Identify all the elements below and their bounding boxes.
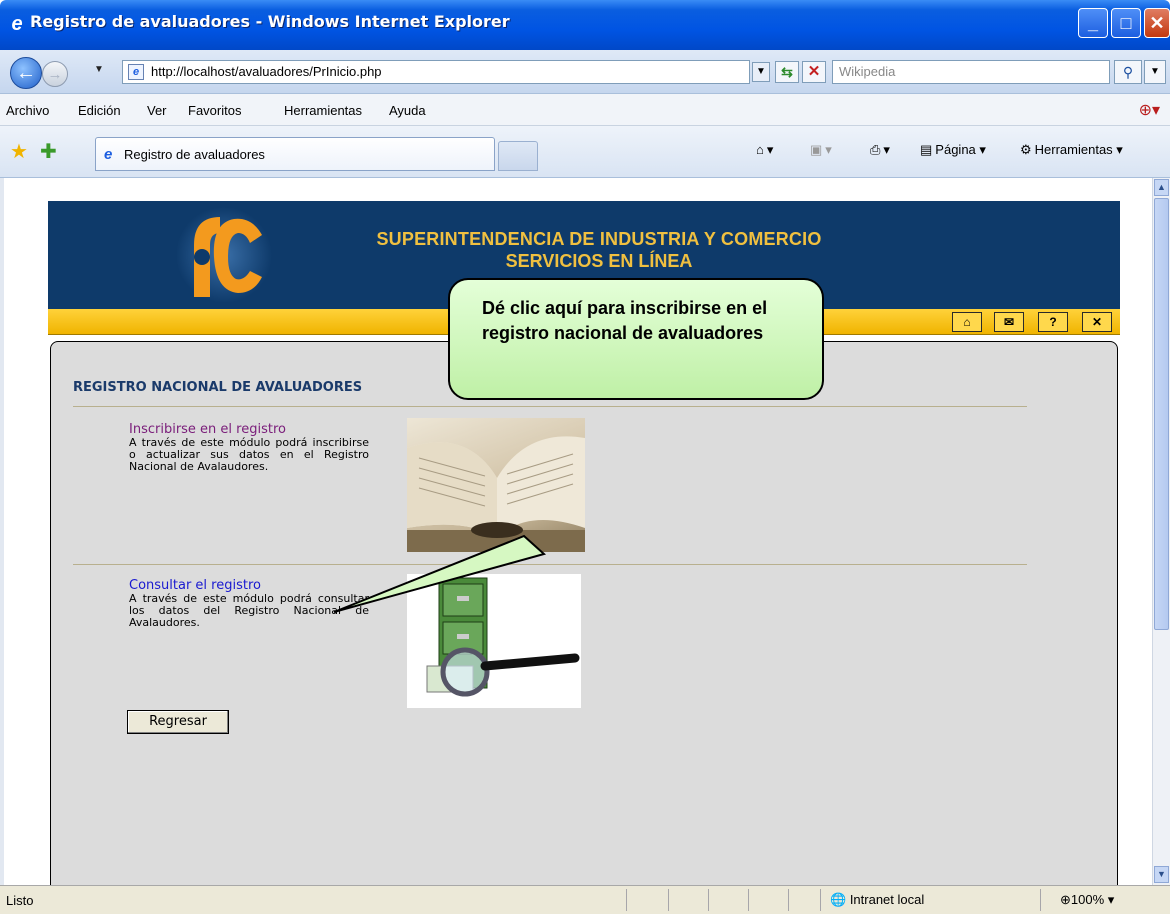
page-menu-button[interactable]: ▤ Página ▾ bbox=[920, 142, 986, 158]
security-zone[interactable]: 🌐 Intranet local bbox=[830, 892, 924, 908]
scroll-down-icon[interactable]: ▼ bbox=[1154, 866, 1169, 883]
divider bbox=[748, 889, 749, 911]
add-favorites-icon[interactable]: ✚ bbox=[40, 139, 57, 164]
consultar-link[interactable]: Consultar el registro bbox=[129, 578, 261, 593]
close-icon[interactable]: ✕ bbox=[1082, 312, 1112, 332]
divider bbox=[820, 889, 821, 911]
divider bbox=[73, 406, 1027, 407]
address-url: http://localhost/avaluadores/PrInicio.ph… bbox=[151, 64, 382, 79]
menu-favoritos[interactable]: Favoritos bbox=[188, 103, 241, 118]
callout-tooltip: Dé clic aquí para inscribirse en el regi… bbox=[448, 278, 824, 400]
divider bbox=[668, 889, 669, 911]
inscribirse-link[interactable]: Inscribirse en el registro bbox=[129, 422, 286, 437]
menu-archivo[interactable]: Archivo bbox=[6, 103, 49, 118]
zoom-icon: ⊕ bbox=[1060, 892, 1071, 907]
print-button[interactable]: ⎙ ▾ bbox=[870, 142, 890, 158]
menu-ver[interactable]: Ver bbox=[147, 103, 167, 118]
page-icon: e bbox=[128, 64, 144, 80]
home-icon[interactable]: ⌂ bbox=[952, 312, 982, 332]
scroll-thumb[interactable] bbox=[1154, 198, 1169, 630]
callout-text: Dé clic aquí para inscribirse en el regi… bbox=[482, 298, 768, 343]
ie-tab-icon: e bbox=[104, 146, 113, 163]
callout-pointer bbox=[333, 534, 547, 613]
search-icon[interactable]: ⚲ bbox=[1114, 60, 1142, 84]
tools-menu-label: Herramientas bbox=[1034, 142, 1113, 157]
feeds-icon: ▣ bbox=[810, 142, 823, 157]
forward-button[interactable]: → bbox=[42, 61, 68, 87]
window-title: Registro de avaluadores - Windows Intern… bbox=[30, 12, 510, 31]
divider bbox=[626, 889, 627, 911]
maximize-button[interactable]: □ bbox=[1111, 8, 1141, 38]
mail-icon[interactable]: ✉ bbox=[994, 312, 1024, 332]
back-button[interactable]: ← bbox=[10, 57, 42, 89]
vertical-scrollbar[interactable]: ▲ ▼ bbox=[1152, 178, 1170, 885]
banner-title: SUPERINTENDENCIA DE INDUSTRIA Y COMERCIO bbox=[376, 229, 822, 249]
ie-logo-icon: e bbox=[11, 13, 23, 35]
menu-herramientas[interactable]: Herramientas bbox=[284, 103, 362, 118]
status-bar: Listo 🌐 Intranet local ⊕100% ▾ bbox=[0, 885, 1170, 914]
address-input[interactable]: e http://localhost/avaluadores/PrInicio.… bbox=[122, 60, 750, 84]
feeds-button[interactable]: ▣ ▾ bbox=[810, 142, 832, 158]
favorites-star-icon[interactable]: ★ bbox=[10, 139, 28, 164]
search-dropdown-icon[interactable]: ▼ bbox=[1144, 60, 1166, 84]
tools-menu-button[interactable]: ⚙ Herramientas ▾ bbox=[1020, 142, 1123, 158]
scroll-up-icon[interactable]: ▲ bbox=[1154, 179, 1169, 196]
tab-label: Registro de avaluadores bbox=[124, 147, 265, 162]
pdf-icon[interactable]: ⊕▾ bbox=[1139, 100, 1160, 120]
globe-icon: 🌐 bbox=[830, 892, 847, 907]
zone-label: Intranet local bbox=[849, 892, 925, 907]
refresh-button[interactable]: ⇆ bbox=[775, 61, 799, 83]
divider bbox=[788, 889, 789, 911]
history-dropdown-icon[interactable]: ▼ bbox=[94, 64, 104, 75]
address-dropdown-icon[interactable]: ▼ bbox=[752, 62, 770, 82]
print-icon: ⎙ bbox=[870, 142, 881, 157]
gear-icon: ⚙ bbox=[1020, 142, 1032, 157]
address-toolbar: ← → ▼ e http://localhost/avaluadores/PrI… bbox=[0, 50, 1170, 94]
close-window-button[interactable]: ✕ bbox=[1144, 8, 1170, 38]
help-icon[interactable]: ? bbox=[1038, 312, 1068, 332]
regresar-button[interactable]: Regresar bbox=[127, 710, 229, 734]
zoom-control[interactable]: ⊕100% ▾ bbox=[1060, 892, 1114, 908]
tab-bar: ★ ✚ e Registro de avaluadores ⌂ ▾ ▣ ▾ ⎙ ▾ ▤… bbox=[0, 126, 1170, 178]
new-tab-button[interactable] bbox=[498, 141, 538, 171]
menu-edicion[interactable]: Edición bbox=[78, 103, 121, 118]
menu-ayuda[interactable]: Ayuda bbox=[389, 103, 426, 118]
search-input[interactable]: Wikipedia bbox=[832, 60, 1110, 84]
divider bbox=[1040, 889, 1041, 911]
divider bbox=[708, 889, 709, 911]
page-menu-icon: ▤ bbox=[920, 142, 933, 157]
tab-registro[interactable]: e Registro de avaluadores bbox=[95, 137, 495, 171]
zoom-level: 100% bbox=[1070, 892, 1105, 907]
status-text: Listo bbox=[6, 893, 34, 908]
menu-bar: Archivo Edición Ver Favoritos Herramient… bbox=[0, 94, 1170, 126]
banner-subtitle: SERVICIOS EN LÍNEA bbox=[505, 251, 693, 271]
page-viewport: SUPERINTENDENCIA DE INDUSTRIA Y COMERCIO… bbox=[0, 178, 1152, 885]
inscribirse-description: A través de este módulo podrá inscribirs… bbox=[129, 436, 369, 473]
minimize-button[interactable]: _ bbox=[1078, 8, 1108, 38]
home-button[interactable]: ⌂ ▾ bbox=[756, 142, 773, 158]
window-titlebar[interactable]: e Registro de avaluadores - Windows Inte… bbox=[0, 0, 1170, 50]
stop-button[interactable]: ✕ bbox=[802, 61, 826, 83]
home-icon: ⌂ bbox=[756, 142, 764, 157]
page-menu-label: Página bbox=[935, 142, 976, 157]
page-title: REGISTRO NACIONAL DE AVALUADORES bbox=[73, 380, 363, 395]
